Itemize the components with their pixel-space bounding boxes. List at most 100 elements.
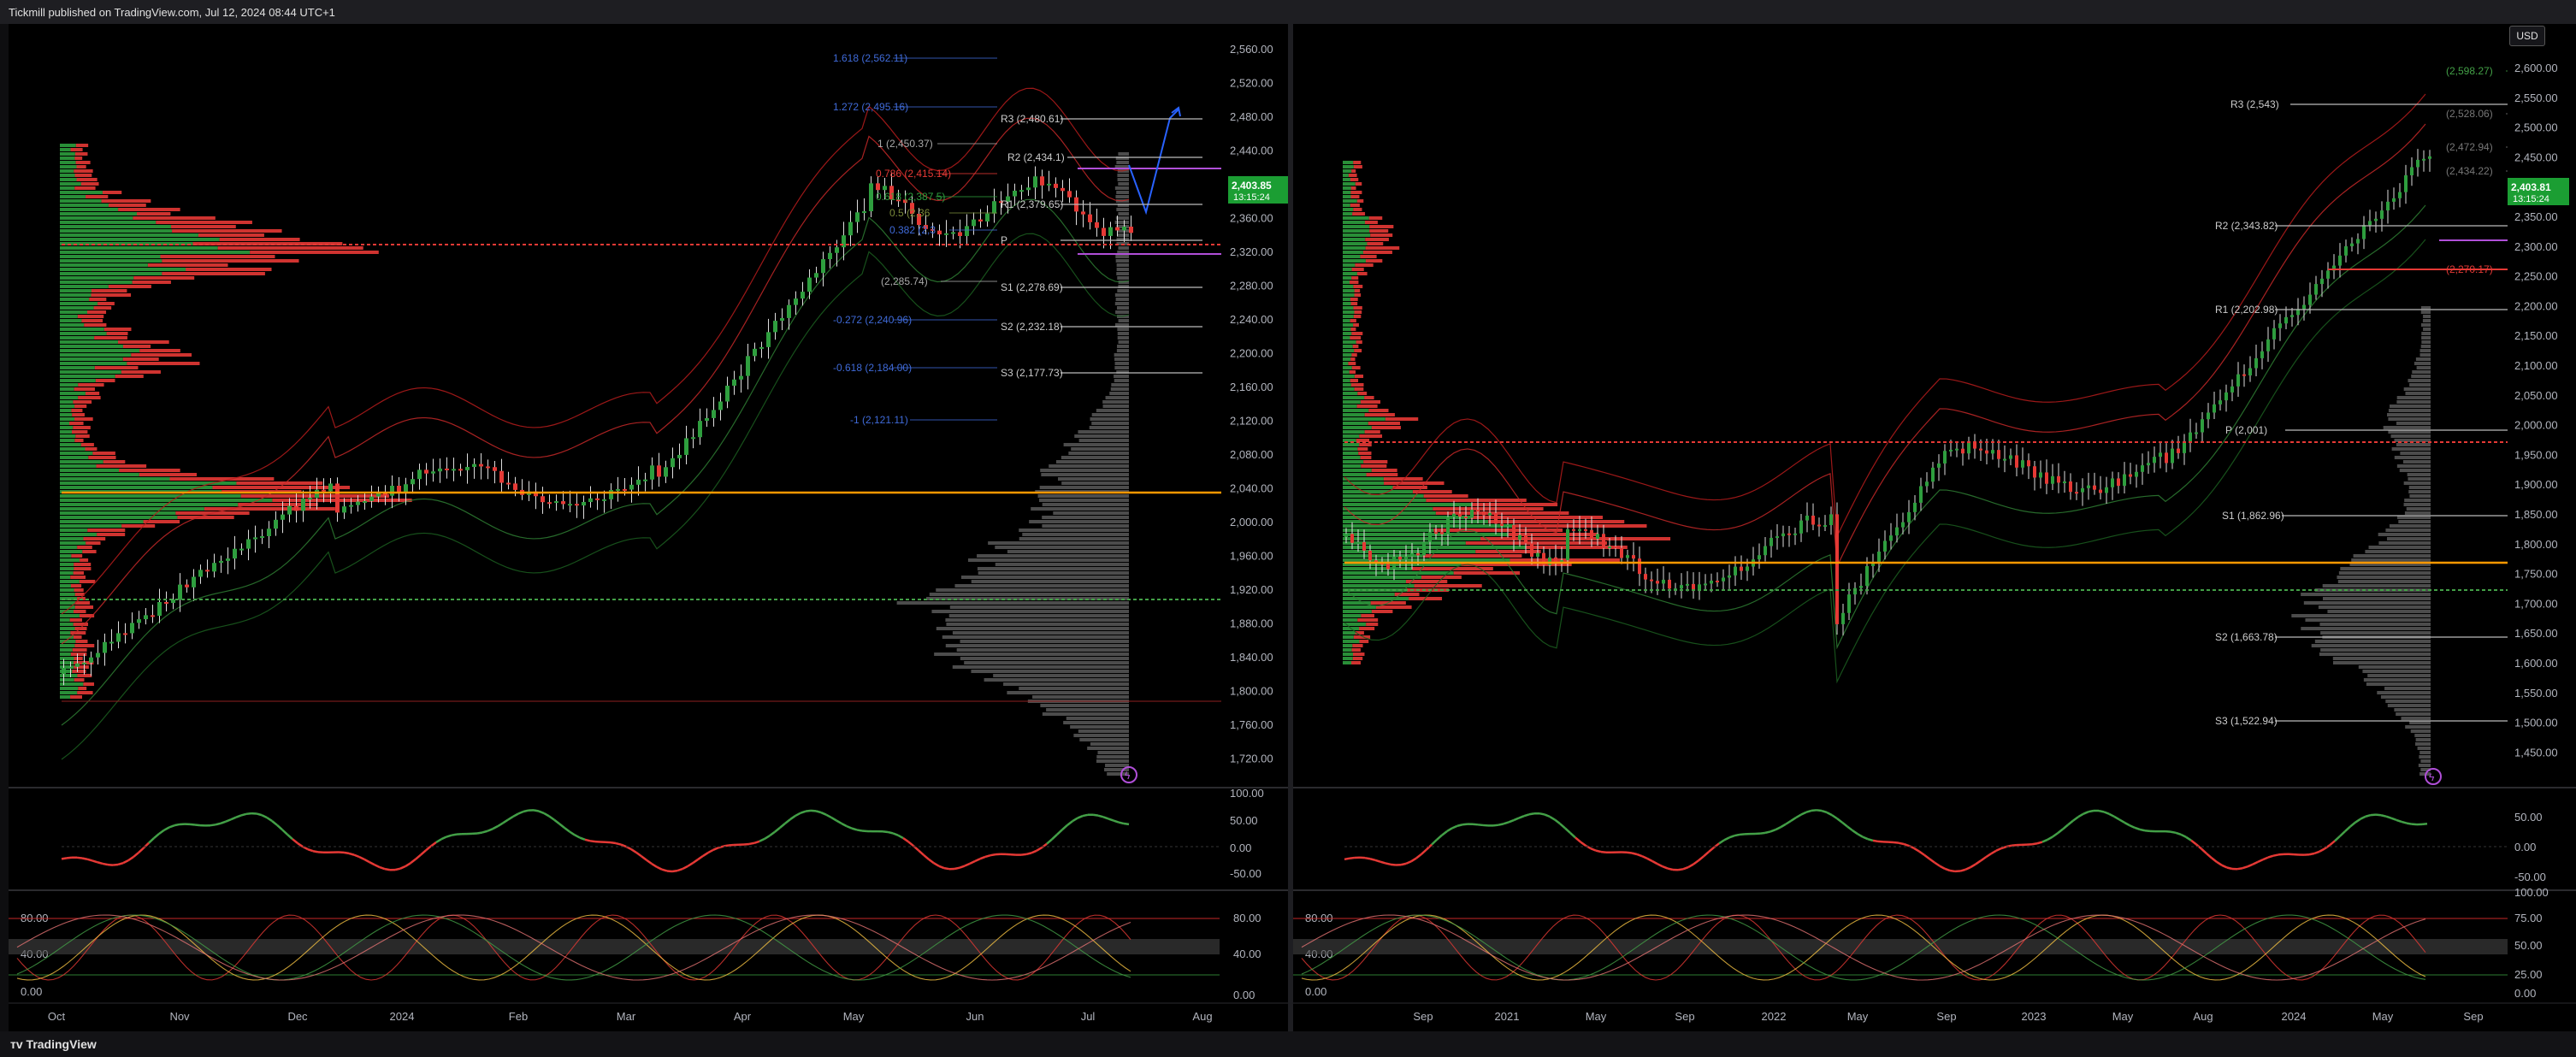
candle [2057, 475, 2060, 483]
volume-bar [272, 499, 412, 502]
volume-bar [1343, 319, 1350, 322]
rsi-segment [276, 824, 283, 831]
candle [1626, 555, 1629, 558]
volume-bar [1343, 353, 1352, 357]
volume-bar-grey [1117, 328, 1129, 331]
rsi-segment [1923, 853, 1930, 860]
volume-bar [1348, 174, 1357, 177]
candle [226, 558, 230, 561]
volume-bar-grey [1116, 306, 1129, 310]
candle [479, 464, 483, 467]
volume-bar [1343, 640, 1360, 643]
volume-bar [1371, 610, 1393, 613]
volume-bar-grey [2365, 550, 2431, 553]
rsi-segment [682, 865, 688, 871]
rsi-segment [800, 810, 806, 814]
candle [2009, 455, 2012, 459]
candle [1440, 532, 1444, 534]
rsi-segment [97, 861, 103, 865]
rsi-segment [1662, 865, 1669, 870]
volume-bar [69, 422, 84, 425]
volume-bar-grey [2320, 648, 2431, 652]
volume-bar-grey [1117, 276, 1129, 280]
volume-bar-grey [2291, 614, 2431, 617]
volume-bar [60, 409, 72, 412]
lightning-icon[interactable]: ϟ [2425, 768, 2442, 785]
candle [1344, 534, 1348, 537]
candle [205, 570, 210, 572]
volume-bar-grey [1039, 499, 1129, 502]
candle [602, 499, 606, 501]
rsi-segment [76, 856, 83, 859]
candle [629, 484, 634, 490]
left-chart-panel[interactable]: 1.618 (2,562.11) 1.272 (2,495.16) 1 (2,450… [9, 24, 1288, 1031]
candle [2123, 474, 2126, 487]
right-chart-panel[interactable]: (2,598.27) (2,528.06) (2,472.94) (2,434.22)… [1293, 24, 2576, 1031]
candle [1722, 577, 1725, 582]
candle [2260, 351, 2264, 358]
volume-bar-grey [2409, 494, 2431, 498]
volume-bar [1351, 169, 1356, 173]
rsi-segment [1667, 867, 1674, 871]
candle [2093, 485, 2096, 490]
price-tick-label: 2,600.00 [2514, 62, 2558, 74]
volume-bar [60, 191, 103, 194]
volume-bar [132, 280, 171, 284]
volume-bar-grey [2405, 392, 2431, 395]
volume-bar [60, 370, 121, 374]
price-tick-label: 1,500.00 [2514, 717, 2558, 729]
volume-bar [1356, 199, 1364, 203]
candle [2099, 489, 2102, 493]
price-tick-label: 2,000.00 [1230, 516, 1273, 528]
candle [1823, 525, 1827, 528]
rsi-segment [2349, 821, 2356, 828]
candle [1889, 535, 1893, 541]
fib-label: -0.272 (2,240.96) [833, 314, 912, 326]
volume-bar-grey [2406, 507, 2431, 511]
candle [2230, 386, 2234, 393]
volume-bar [1353, 165, 1362, 168]
price-tick-label: 2,500.00 [2514, 121, 2558, 134]
rsi-tick-label: 50.00 [1230, 814, 1258, 827]
volume-bar-grey [2332, 657, 2431, 660]
rsi-segment [1898, 841, 1905, 846]
candle [1728, 575, 1731, 578]
rsi-segment [497, 822, 504, 828]
candle [2266, 339, 2270, 351]
candle [1596, 534, 1599, 540]
rsi-segment [2267, 854, 2274, 859]
rsi-segment [523, 809, 529, 813]
rsi-segment [66, 856, 73, 859]
rsi-segment [451, 833, 458, 836]
volume-bar-grey [952, 665, 1129, 669]
volume-bar [60, 422, 70, 425]
left-chart-svg[interactable]: 1.618 (2,562.11) 1.272 (2,495.16) 1 (2,450… [9, 24, 1288, 1031]
rsi-segment [168, 824, 175, 829]
volume-bar [1354, 293, 1362, 297]
candle [609, 490, 613, 499]
volume-bar [60, 695, 71, 699]
volume-bar [1343, 251, 1363, 254]
right-chart-svg[interactable]: (2,598.27) (2,528.06) (2,472.94) (2,434.22)… [1293, 24, 2576, 1031]
currency-button[interactable]: USD [2509, 26, 2545, 46]
candle [1482, 511, 1486, 516]
rsi-segment [2180, 833, 2187, 838]
volume-bar [1343, 477, 1384, 481]
volume-bar [1343, 528, 1434, 532]
candle [1853, 588, 1857, 595]
candle [219, 560, 223, 564]
rsi-segment [2077, 812, 2084, 818]
volume-bar [1359, 434, 1383, 438]
volume-bar [1350, 191, 1362, 194]
pivot-label: R3 (2,480.61) [1001, 113, 1063, 125]
volume-bar [122, 357, 159, 361]
rsi-segment [815, 810, 822, 814]
volume-bar [1343, 404, 1357, 408]
candle [1040, 176, 1044, 186]
volume-bar-grey [977, 567, 1129, 570]
candle [1129, 227, 1133, 233]
rsi-segment [2216, 860, 2223, 866]
volume-bar-grey [2320, 631, 2431, 635]
tradingview-logo[interactable]: ᴛᴠ TradingView [10, 1037, 97, 1051]
volume-bar [73, 635, 82, 639]
